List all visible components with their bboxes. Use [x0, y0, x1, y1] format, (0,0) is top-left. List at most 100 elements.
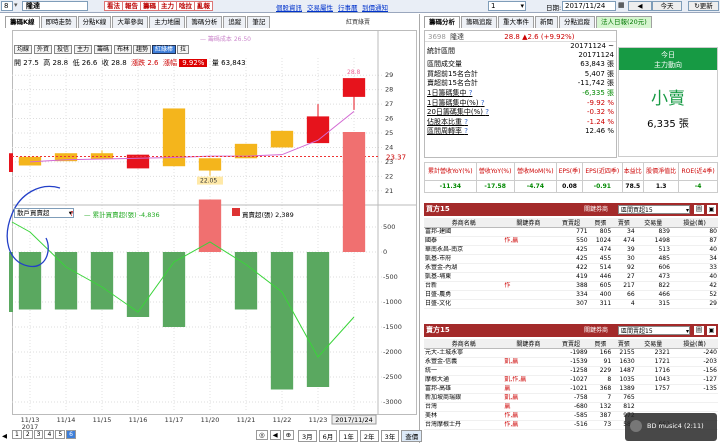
broker-row[interactable]: 永豐金-內湖 422 514 92 606 33	[424, 263, 718, 273]
broker-row[interactable]: 華南永昌-南京 425 474 39 513 40	[424, 245, 718, 255]
metric-header: 營收MoM(%)	[513, 162, 558, 181]
broker-row[interactable]: 台灣贏 -680 132 812	[424, 402, 718, 412]
date-tick: 11/16	[129, 416, 148, 424]
metric-header: 營收YoY(%)	[475, 162, 515, 181]
range-button[interactable]: 查價	[401, 430, 423, 442]
help-icon[interactable]: ?	[485, 108, 489, 116]
price-tick: 22	[385, 172, 393, 180]
broker-row[interactable]: 日盛-文化 307 311 4 315 29	[424, 299, 718, 309]
date-tick: 11/23	[309, 416, 328, 424]
date-tick: 11/15	[93, 416, 112, 424]
low-mark: 22.05	[200, 178, 217, 185]
broker-row[interactable]: 凱基-市府 425 455 30 485 34	[424, 254, 718, 264]
buy-range-select[interactable]: 區間買超15 ▾	[618, 205, 690, 214]
price-tick: 26	[385, 115, 393, 123]
range-button[interactable]: 3年	[380, 430, 400, 442]
net-bar	[54, 252, 78, 310]
range-button[interactable]: 1年	[339, 430, 358, 442]
analysis-tab[interactable]: 重大事件	[498, 16, 534, 28]
stat-row: 統計區間 20171124 ~ 20171124	[427, 42, 614, 59]
col-header: 買張	[588, 218, 613, 228]
stat-row: 1日籌碼集中 ? -6,335 張	[427, 89, 614, 98]
stat-row: 買超前15名合計 5,407 張	[427, 69, 614, 78]
col-header: 關鍵券商	[503, 218, 554, 228]
lower-indicator-select[interactable]: 散戶買賣超 ▾	[14, 208, 74, 218]
price-tick: 24	[385, 143, 393, 151]
broker-row[interactable]: 富邦-高雄贏 -1021 368 1389 1757 -135	[424, 384, 718, 394]
chevron-down-icon: ▾	[685, 207, 689, 214]
metric-header: EPS(季)	[556, 162, 584, 181]
range-button[interactable]: 6月	[318, 430, 338, 442]
net-legend: 買賣超(張) 2,389	[242, 211, 294, 219]
col-header: 賣張	[612, 218, 636, 228]
vol-tick: -1500	[383, 323, 402, 331]
help-icon[interactable]: ?	[481, 99, 485, 107]
expand-icon[interactable]: ▣	[707, 326, 716, 335]
current-date: 2017/11/24	[335, 416, 372, 424]
metric-header: EPS(近四季)	[582, 162, 623, 181]
broker-row[interactable]: 台新作 388 605 217 822 42	[424, 281, 718, 291]
net-bar	[126, 252, 150, 317]
help-icon[interactable]: ?	[464, 127, 468, 135]
page-button[interactable]: 3	[33, 430, 44, 439]
analysis-tab[interactable]: 分點追蹤	[559, 16, 595, 28]
net-bar	[306, 252, 330, 387]
col-header: 損益(萬)	[670, 218, 718, 228]
stock-name: 隆達	[450, 33, 465, 41]
page-button[interactable]: 2	[22, 430, 33, 439]
broker-row[interactable]: 凱基-埔東 419 446 27 473 40	[424, 272, 718, 282]
help-icon[interactable]: ?	[469, 89, 473, 97]
help-icon[interactable]: ?	[70, 210, 74, 218]
zoom-in-icon[interactable]: ⊕	[282, 430, 295, 440]
col-header: 買賣超	[553, 218, 589, 228]
price-tick: 21	[385, 187, 393, 195]
today-action: 小賣	[651, 89, 685, 109]
scroll-left-icon[interactable]: ◀	[2, 432, 7, 440]
page-button[interactable]: 5	[55, 430, 66, 439]
price-tick: 25	[385, 129, 393, 137]
analysis-tab[interactable]: 法人日報(20元)	[596, 16, 652, 28]
metric-value: -4.74	[513, 180, 558, 193]
broker-row[interactable]: 新加坡商瑞銀 凱,贏 -758 7 765	[424, 393, 718, 403]
sell-chart-button[interactable]: 圖	[694, 326, 704, 335]
media-overlay[interactable]: BD music4 (2:11)	[625, 413, 717, 441]
stock-price: 28.8	[504, 33, 520, 41]
analysis-tab[interactable]: 籌碼追蹤	[461, 16, 497, 28]
broker-row[interactable]: 元大-土城永寧 -1989 166 2155 2321 -240	[424, 348, 718, 358]
net-bar	[198, 199, 222, 252]
metrics-grid: 累計營收YoY(%) 營收YoY(%) 營收MoM(%) EPS(季) EPS(近四季)…	[424, 162, 718, 193]
broker-row[interactable]: 國泰 作,贏 550 1024 474 1498 87	[424, 236, 718, 246]
candle	[198, 158, 222, 171]
expand-icon[interactable]: ▣	[707, 205, 716, 214]
page-button[interactable]: 1	[12, 430, 22, 439]
broker-row[interactable]: 富邦-建國 771 805 34 839 80	[424, 227, 718, 237]
broker-row[interactable]: 統一 -1258 229 1487 1716 -156	[424, 366, 718, 376]
broker-row[interactable]: 永豐金-信義 凱,贏 -1539 91 1630 1721 -203	[424, 357, 718, 367]
metric-header: 累計營收YoY(%)	[424, 162, 477, 181]
range-button[interactable]: 2年	[359, 430, 379, 442]
net-bar	[270, 252, 294, 390]
price-tick: 27	[385, 100, 393, 108]
page-button[interactable]: 4	[44, 430, 55, 439]
page-button[interactable]: 6	[66, 430, 76, 439]
range-button[interactable]: 3月	[298, 430, 317, 442]
zoom-out-icon[interactable]: ◎	[256, 430, 268, 440]
col-header: 券商名稱	[424, 339, 504, 349]
prev-icon[interactable]: ◀	[269, 430, 281, 440]
analysis-tabs: 籌碼分析 籌碼追蹤 重大事件 新聞 分點追蹤 法人日報(20元)	[424, 16, 653, 28]
analysis-tab[interactable]: 新聞	[535, 16, 558, 28]
col-header: 買張	[588, 339, 613, 349]
buy-chart-button[interactable]: 圖	[694, 205, 704, 214]
net-bar	[90, 252, 114, 310]
col-header: 券商名稱	[424, 218, 504, 228]
broker-row[interactable]: 摩根大通 凱,作,贏 -1027 8 1035 1043 -127	[424, 375, 718, 385]
range-buttons: 3月 6月 1年 2年 3年 查價	[298, 430, 423, 442]
analysis-tab[interactable]: 籌碼分析	[424, 16, 460, 28]
date-tick: 11/14	[57, 416, 76, 424]
vol-tick: 0	[383, 248, 387, 256]
help-icon[interactable]: ?	[464, 118, 468, 126]
vol-tick: -2500	[383, 373, 402, 381]
net-bar	[18, 252, 42, 310]
sell-range-select[interactable]: 區間賣超15 ▾	[618, 326, 690, 335]
broker-row[interactable]: 日盛-農勇 334 400 66 466 52	[424, 290, 718, 300]
